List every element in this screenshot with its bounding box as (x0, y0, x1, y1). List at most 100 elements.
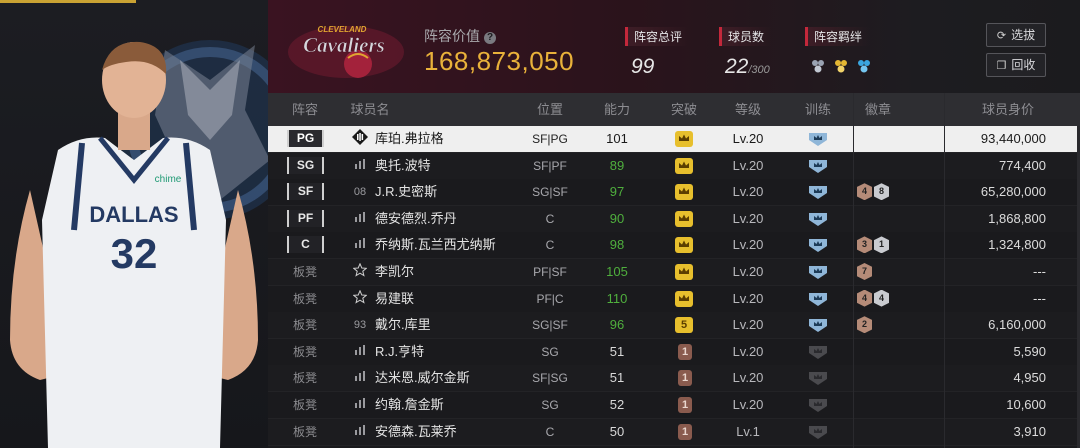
breakthrough-crown-icon (675, 210, 693, 227)
training-icon[interactable] (807, 291, 829, 307)
lineup-rating-stat: 阵容总评 99 (625, 27, 691, 79)
player-level: Lv.20 (732, 343, 764, 359)
player-count-label: 球员数 (719, 27, 773, 46)
bond-icon-blue[interactable] (855, 58, 873, 74)
logo-team-text: Cavaliers (303, 33, 385, 57)
player-name[interactable]: 乔纳斯.瓦兰西尤纳斯 (375, 232, 496, 258)
table-row[interactable]: SF 08 J.R.史密斯 SG|SF 97 Lv.20 4 8 65,280,000 (268, 179, 1080, 207)
table-row[interactable]: 板凳 易建联 PF|C 110 Lv.20 4 4 --- (268, 285, 1080, 313)
player-price: 1,868,800 (988, 210, 1046, 226)
player-price: 774,400 (999, 157, 1046, 173)
badge-icon[interactable]: 1 (874, 236, 889, 254)
training-icon[interactable] (807, 211, 829, 227)
badge-icon[interactable]: 4 (874, 289, 889, 307)
lineup-position-badge: PF (287, 209, 324, 227)
table-row[interactable]: 板凳 93 戴尔.库里 SG|SF 96 5 Lv.20 2 6,160,000 (268, 312, 1080, 340)
training-icon[interactable] (807, 264, 829, 280)
col-badge[interactable]: 徽章 (853, 93, 903, 126)
table-row[interactable]: C 乔纳斯.瓦兰西尤纳斯 C 98 Lv.20 3 1 1,324,800 (268, 232, 1080, 260)
training-icon[interactable] (807, 317, 829, 333)
player-name[interactable]: 奥托.波特 (375, 153, 431, 179)
table-row[interactable]: PF 德安德烈.乔丹 C 90 Lv.20 1,868,800 (268, 205, 1080, 233)
player-price: 4,950 (1013, 370, 1046, 386)
player-position: SG|SF (532, 185, 568, 200)
select-button[interactable]: ⟳ 选拔 (986, 23, 1046, 47)
breakthrough-crown-icon (675, 264, 693, 280)
recycle-button[interactable]: ❐ 回收 (986, 53, 1046, 77)
lineup-position-badge: C (287, 236, 324, 254)
player-ability: 101 (606, 131, 628, 146)
player-image: DALLAS 32 chime (10, 41, 258, 448)
help-icon[interactable]: ? (484, 32, 496, 44)
col-level[interactable]: 等级 (723, 93, 773, 126)
training-icon[interactable] (807, 184, 829, 200)
training-icon[interactable] (807, 397, 829, 413)
player-name[interactable]: 安德森.瓦莱乔 (375, 419, 457, 445)
player-name[interactable]: 德安德烈.乔丹 (375, 206, 457, 232)
table-row[interactable]: SG 奥托.波特 SF|PF 89 Lv.20 774,400 (268, 152, 1080, 180)
player-name[interactable]: 库珀.弗拉格 (375, 126, 444, 152)
table-row[interactable]: 板凳 达米恩.威尔金斯 SF|SG 51 1 Lv.20 4,950 (268, 365, 1080, 393)
player-position: SG|SF (532, 318, 568, 333)
table-header: 阵容 球员名 位置 能力 突破 等级 训练 徽章 球员身价 (268, 93, 1080, 126)
badge-icon[interactable]: 2 (857, 316, 872, 334)
col-ability[interactable]: 能力 (588, 93, 646, 126)
breakthrough-level: 1 (678, 370, 692, 387)
badge-icon[interactable]: 4 (857, 183, 872, 201)
badge-icon[interactable]: 4 (857, 289, 872, 307)
player-name[interactable]: 达米恩.威尔金斯 (375, 365, 470, 391)
player-name[interactable]: 约翰.詹金斯 (375, 392, 444, 418)
player-ability: 50 (609, 423, 625, 439)
training-icon[interactable] (807, 237, 829, 253)
player-name[interactable]: 李凯尔 (375, 259, 414, 285)
col-price[interactable]: 球员身价 (968, 93, 1048, 126)
table-row[interactable]: 板凳 李凯尔 PF|SF 105 Lv.20 7 --- (268, 259, 1080, 286)
bond-icon-gray[interactable] (809, 58, 827, 74)
table-row[interactable]: 板凳 约翰.詹金斯 SG 52 1 Lv.20 10,600 (268, 392, 1080, 419)
breakthrough-level: 1 (678, 423, 692, 440)
col-position[interactable]: 位置 (518, 93, 582, 126)
bench-label: 板凳 (292, 318, 317, 333)
player-level: Lv.20 (732, 370, 764, 386)
col-name[interactable]: 球员名 (350, 93, 390, 126)
table-row[interactable]: 板凳 安德森.瓦莱乔 C 50 1 Lv.1 3,910 (268, 418, 1080, 446)
player-ability: 98 (609, 237, 625, 253)
player-price: 3,910 (1013, 423, 1046, 439)
player-ability: 110 (606, 290, 628, 306)
player-level: Lv.1 (736, 423, 760, 439)
badge-icon[interactable]: 7 (857, 263, 872, 280)
training-icon[interactable] (807, 370, 829, 386)
col-lineup[interactable]: 阵容 (282, 93, 328, 126)
breakthrough-crown-icon (675, 157, 693, 174)
col-breakthrough[interactable]: 突破 (655, 93, 713, 126)
player-portrait-panel: DALLAS 32 chime (0, 0, 268, 448)
training-icon[interactable] (807, 344, 829, 360)
training-icon[interactable] (807, 131, 829, 147)
player-name[interactable]: 易建联 (375, 286, 414, 312)
copy-icon: ❐ (996, 60, 1007, 72)
bench-label: 板凳 (292, 424, 317, 439)
badge-icon[interactable]: 3 (857, 236, 872, 254)
player-rank-number: 08 (353, 186, 367, 199)
player-position: SF|PF (533, 158, 567, 173)
bars-rank-icon (348, 232, 372, 258)
training-icon[interactable] (807, 158, 829, 174)
table-row[interactable]: 板凳 R.J.亨特 SG 51 1 Lv.20 5,590 (268, 338, 1080, 366)
table-row[interactable]: PG 库珀.弗拉格 SF|PG 101 Lv.20 93,440,000 (268, 126, 1080, 153)
col-train[interactable]: 训练 (793, 93, 843, 126)
player-level: Lv.20 (732, 397, 764, 412)
player-position: SF|PG (532, 132, 568, 146)
player-name[interactable]: J.R.史密斯 (375, 179, 437, 205)
player-name[interactable]: 戴尔.库里 (375, 312, 431, 338)
badge-list: 31 (857, 236, 889, 254)
player-ability: 90 (609, 210, 625, 226)
badge-icon[interactable]: 8 (874, 183, 889, 201)
breakthrough-crown-icon (675, 290, 693, 307)
player-name[interactable]: R.J.亨特 (375, 339, 424, 365)
lineup-position-badge: SF (287, 183, 324, 201)
bars-rank-icon (348, 392, 372, 418)
bars-rank-icon (348, 339, 372, 365)
bond-icon-gold[interactable] (832, 58, 850, 74)
training-icon[interactable] (807, 424, 829, 440)
player-ability: 105 (606, 264, 628, 279)
